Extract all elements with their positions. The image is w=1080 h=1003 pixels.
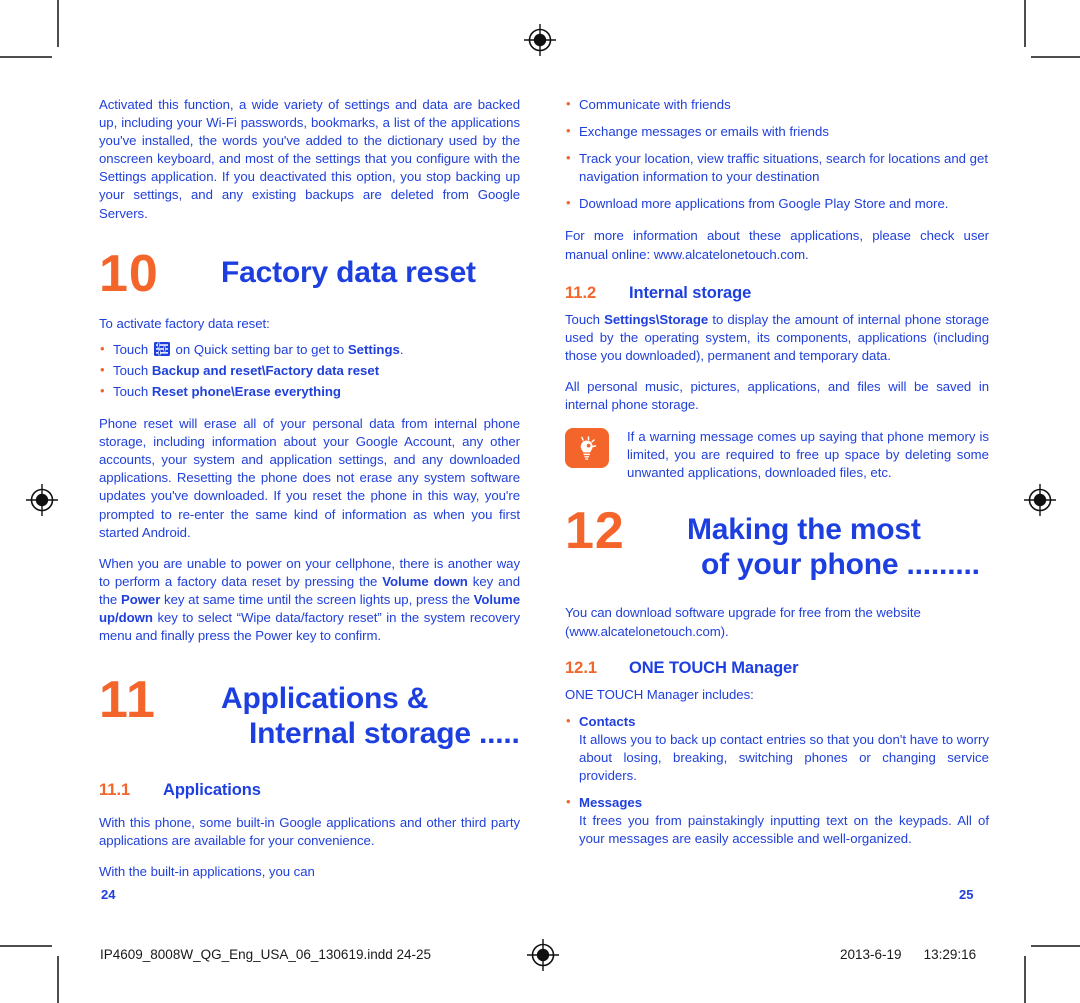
settings-sliders-icon xyxy=(153,341,170,356)
footer-date: 2013-6-19 xyxy=(840,947,902,962)
storage-bold-settings: Settings\Storage xyxy=(604,311,709,327)
page-number-left: 24 xyxy=(101,887,116,902)
manager-lead: ONE TOUCH Manager includes: xyxy=(565,686,754,702)
list-item: Touch on Quick setting bar to get to Set… xyxy=(99,340,520,359)
section-number-11-2: 11.2 xyxy=(565,283,597,302)
section-heading-11-2: 11.2 Internal storage xyxy=(565,284,989,303)
storage-text-1: Touch xyxy=(565,311,605,327)
section-heading-11-1: 11.1 Applications xyxy=(99,781,520,800)
step-middle: on Quick setting bar to get to xyxy=(175,341,345,357)
chapter-title-11: Applications & Internal storage ..... xyxy=(221,675,520,751)
intro-paragraph: Activated this function, a wide variety … xyxy=(99,97,520,221)
storage-paragraph-2: All personal music, pictures, applicatio… xyxy=(565,378,989,413)
printed-page-spread: Activated this function, a wide variety … xyxy=(0,0,1080,1003)
section-title-12-1: ONE TOUCH Manager xyxy=(629,658,799,677)
page-number-right: 25 xyxy=(959,887,974,902)
crop-mark-bottom-right-horizontal xyxy=(1031,945,1080,947)
chapter-heading-10: 10 Factory data reset xyxy=(99,244,520,303)
chapter-heading-12: 12 Making the most of your phone .......… xyxy=(565,502,989,582)
storage-paragraph: Touch Settings\Storage to display the am… xyxy=(565,311,989,365)
builtin-lead: With the built-in applications, you can xyxy=(99,864,315,880)
crop-mark-top-left-horizontal xyxy=(0,56,52,58)
chapter-title-12: Making the most of your phone ......... xyxy=(687,506,980,582)
registration-mark-footer-center xyxy=(526,938,560,972)
factory-reset-steps-list: Touch on Quick setting bar to get to Set… xyxy=(99,340,520,401)
step-prefix: Touch xyxy=(113,341,149,357)
download-paragraph: You can download software upgrade for fr… xyxy=(565,605,921,639)
section-heading-12-1: 12.1 ONE TOUCH Manager xyxy=(565,659,989,678)
list-item: Touch Reset phone\Erase everything xyxy=(99,382,520,401)
capability-bullet-list: Communicate with friends Exchange messag… xyxy=(565,95,989,213)
chapter-heading-11: 11 Applications & Internal storage ..... xyxy=(99,671,520,751)
applications-paragraph: With this phone, some built-in Google ap… xyxy=(99,815,520,849)
step-suffix: . xyxy=(399,341,404,357)
left-page-column: Activated this function, a wide variety … xyxy=(99,96,520,894)
list-item: Communicate with friends xyxy=(565,95,989,114)
list-item: Contacts It allows you to back up contac… xyxy=(565,712,989,785)
manager-item-text: It frees you from painstakingly inputtin… xyxy=(579,813,989,847)
chapter-title-11-line2: Internal storage ..... xyxy=(249,717,520,751)
right-page-column: Communicate with friends Exchange messag… xyxy=(565,95,989,860)
footer-filename: IP4609_8008W_QG_Eng_USA_06_130619.indd 2… xyxy=(100,947,432,962)
list-item: Touch Backup and reset\Factory data rese… xyxy=(99,361,520,380)
crop-mark-bottom-left-vertical xyxy=(57,956,59,1003)
chapter-number-12: 12 xyxy=(565,502,625,561)
crop-mark-bottom-left-horizontal xyxy=(0,945,52,947)
manager-item-label: Messages xyxy=(579,795,643,811)
step-prefix: Touch xyxy=(113,362,149,378)
chapter-title-11-line1: Applications & xyxy=(221,682,429,716)
manager-item-label: Contacts xyxy=(579,713,636,729)
tip-box: If a warning message comes up saying tha… xyxy=(565,428,989,482)
list-item: Messages It frees you from painstakingly… xyxy=(565,793,989,848)
step-bold: Reset phone\Erase everything xyxy=(151,383,341,399)
lightbulb-icon xyxy=(565,428,609,469)
list-item: Download more applications from Google P… xyxy=(565,194,989,213)
chapter-title-12-line1: Making the most xyxy=(687,513,921,547)
section-title-11-2: Internal storage xyxy=(629,283,752,302)
manager-items-list: Contacts It allows you to back up contac… xyxy=(565,712,989,849)
more-info-paragraph: For more information about these applica… xyxy=(565,228,989,262)
footer-timestamp: 2013-6-19 13:29:16 xyxy=(840,947,976,962)
list-item: Exchange messages or emails with friends xyxy=(565,122,989,141)
step-prefix: Touch xyxy=(113,383,149,399)
step-bold: Backup and reset\Factory data reset xyxy=(151,362,380,378)
section-number-11-1: 11.1 xyxy=(99,781,131,800)
crop-mark-bottom-right-vertical xyxy=(1024,956,1026,1003)
list-item: Track your location, view traffic situat… xyxy=(565,149,989,186)
recovery-paragraph: When you are unable to power on your cel… xyxy=(99,555,520,645)
footer-time: 13:29:16 xyxy=(923,947,977,962)
recovery-bold-power: Power xyxy=(120,591,161,607)
registration-mark-top-center xyxy=(523,23,557,57)
activate-intro: To activate factory data reset: xyxy=(99,315,270,331)
recovery-text-4: key to select “Wipe data/factory reset” … xyxy=(99,609,520,644)
chapter-title-12-line2: of your phone ......... xyxy=(701,548,980,582)
chapter-number-11: 11 xyxy=(99,671,156,730)
section-number-12-1: 12.1 xyxy=(565,658,598,677)
recovery-text-3: key at same time until the screen lights… xyxy=(160,591,474,607)
recovery-bold-volume-down: Volume down xyxy=(382,573,468,589)
tip-text: If a warning message comes up saying tha… xyxy=(627,429,989,481)
registration-mark-right-middle xyxy=(1023,483,1057,517)
manager-item-text: It allows you to back up contact entries… xyxy=(579,731,989,783)
registration-mark-left-middle xyxy=(25,483,59,517)
step-bold: Settings xyxy=(347,341,400,357)
chapter-title-10: Factory data reset xyxy=(221,255,476,289)
section-title-11-1: Applications xyxy=(163,781,261,800)
reset-paragraph: Phone reset will erase all of your perso… xyxy=(99,416,520,540)
crop-mark-top-right-horizontal xyxy=(1031,56,1080,58)
chapter-number-10: 10 xyxy=(99,244,159,303)
crop-mark-top-right-vertical xyxy=(1024,0,1026,47)
crop-mark-top-left-vertical xyxy=(57,0,59,47)
